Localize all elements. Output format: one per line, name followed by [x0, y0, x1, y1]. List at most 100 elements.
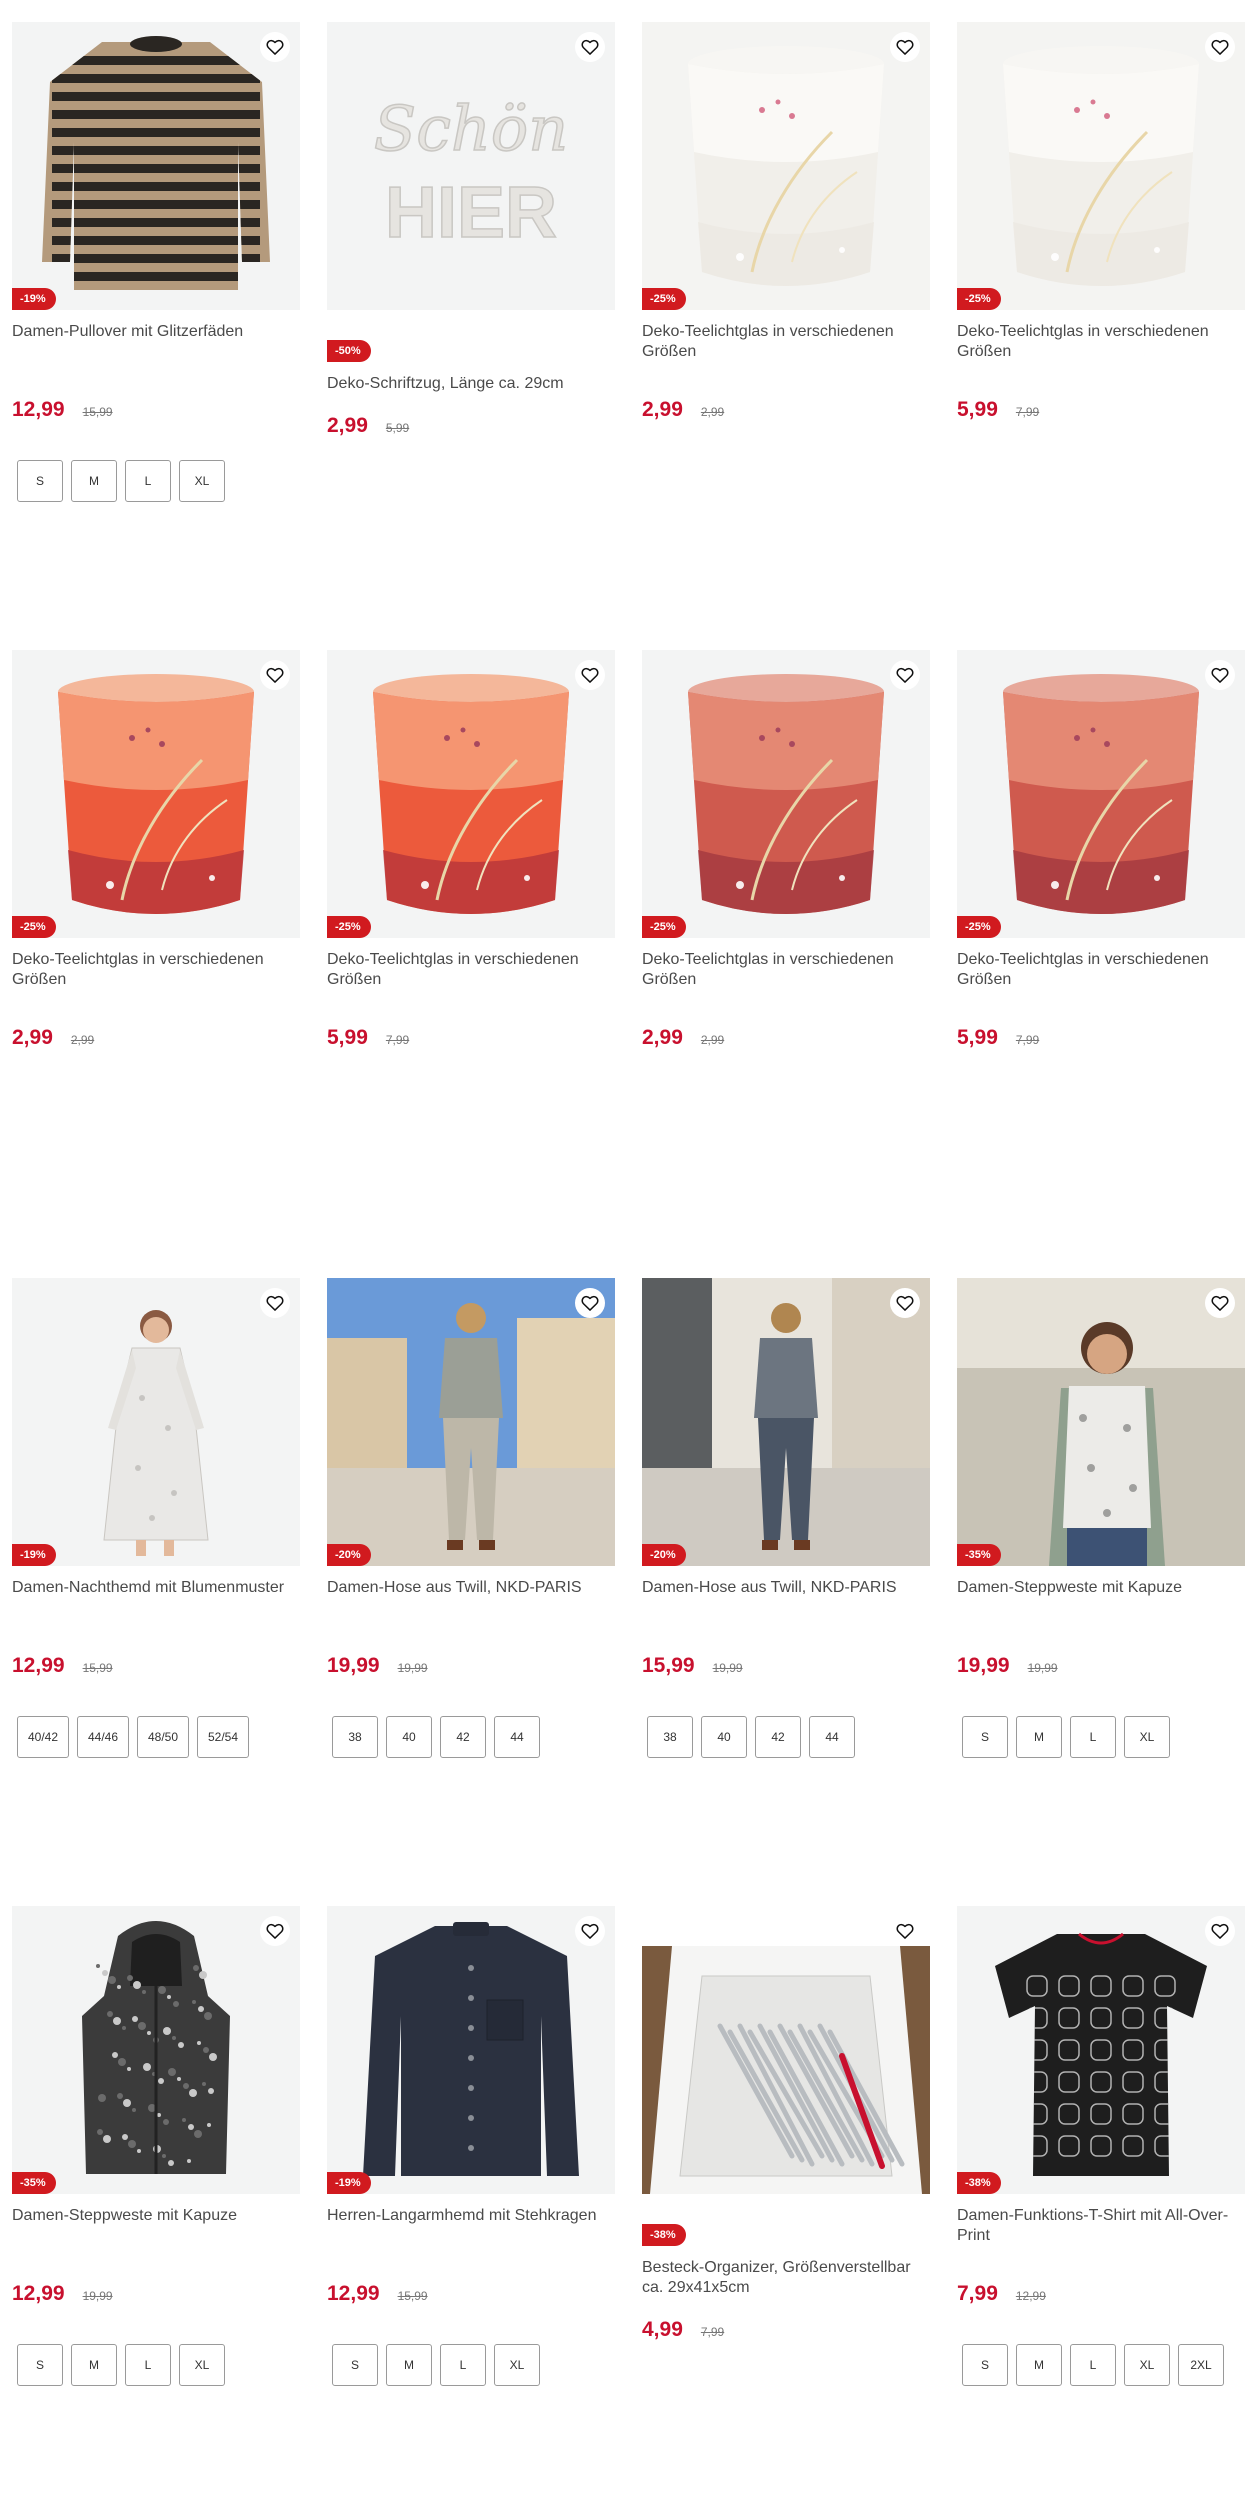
product-title[interactable]: Damen-Funktions-T-Shirt mit All-Over-Pri… — [957, 2206, 1245, 2246]
product-image[interactable]: -38% — [957, 1906, 1245, 2194]
size-option[interactable]: S — [17, 460, 63, 502]
wishlist-heart-icon[interactable] — [890, 1288, 920, 1318]
product-card[interactable]: -38% Besteck-Organizer, Größenverstellba… — [642, 1906, 930, 2342]
wishlist-heart-icon[interactable] — [890, 32, 920, 62]
product-image[interactable]: -25% — [957, 650, 1245, 938]
size-option[interactable]: XL — [1124, 2344, 1170, 2386]
size-option[interactable]: M — [1016, 1716, 1062, 1758]
size-option[interactable]: S — [17, 2344, 63, 2386]
size-option[interactable]: XL — [179, 2344, 225, 2386]
size-option[interactable]: 42 — [755, 1716, 801, 1758]
size-option[interactable]: XL — [1124, 1716, 1170, 1758]
size-option[interactable]: 38 — [332, 1716, 378, 1758]
product-image[interactable]: -19% — [327, 1906, 615, 2194]
size-option[interactable]: 52/54 — [197, 1716, 249, 1758]
size-option[interactable]: S — [962, 2344, 1008, 2386]
product-title[interactable]: Herren-Langarmhemd mit Stehkragen — [327, 2206, 615, 2246]
product-image[interactable]: -19% — [12, 22, 300, 310]
product-image[interactable]: -25% — [642, 650, 930, 938]
wishlist-heart-icon[interactable] — [575, 1916, 605, 1946]
product-card[interactable]: -35% Damen-Steppweste mit Kapuze 12,99 1… — [12, 1906, 300, 2386]
product-image[interactable]: -25% — [642, 22, 930, 310]
size-option[interactable]: 40 — [386, 1716, 432, 1758]
wishlist-heart-icon[interactable] — [260, 1288, 290, 1318]
size-option[interactable]: M — [71, 460, 117, 502]
original-price: 15,99 — [82, 405, 113, 419]
product-title[interactable]: Damen-Hose aus Twill, NKD-PARIS — [327, 1578, 615, 1618]
product-title[interactable]: Damen-Steppweste mit Kapuze — [957, 1578, 1245, 1618]
product-title[interactable]: Deko-Schriftzug, Länge ca. 29cm — [327, 374, 615, 394]
product-card[interactable]: -19% Herren-Langarmhemd mit Stehkragen 1… — [327, 1906, 615, 2386]
size-option[interactable]: L — [1070, 1716, 1116, 1758]
product-card[interactable]: -25% Deko-Teelichtglas in verschiedenen … — [12, 650, 300, 1050]
wishlist-heart-icon[interactable] — [575, 32, 605, 62]
size-option[interactable]: 40 — [701, 1716, 747, 1758]
product-title[interactable]: Deko-Teelichtglas in verschiedenen Größe… — [327, 950, 615, 990]
product-image[interactable]: -25% — [12, 650, 300, 938]
wishlist-heart-icon[interactable] — [890, 660, 920, 690]
size-option[interactable]: M — [71, 2344, 117, 2386]
product-image[interactable]: -20% — [327, 1278, 615, 1566]
wishlist-heart-icon[interactable] — [1205, 660, 1235, 690]
product-title[interactable]: Damen-Nachthemd mit Blumenmuster — [12, 1578, 300, 1618]
product-title[interactable]: Deko-Teelichtglas in verschiedenen Größe… — [642, 322, 930, 362]
product-image[interactable]: -20% — [642, 1278, 930, 1566]
size-option[interactable]: L — [125, 2344, 171, 2386]
product-card[interactable]: -20% Damen-Hose aus Twill, NKD-PARIS 19,… — [327, 1278, 615, 1758]
wishlist-heart-icon[interactable] — [575, 660, 605, 690]
product-card[interactable]: -25% Deko-Teelichtglas in verschiedenen … — [327, 650, 615, 1050]
product-card[interactable]: -19% Damen-Pullover mit Glitzerfäden 12,… — [12, 22, 300, 502]
product-card[interactable]: -38% Damen-Funktions-T-Shirt mit All-Ove… — [957, 1906, 1245, 2386]
size-option[interactable]: L — [1070, 2344, 1116, 2386]
wishlist-heart-icon[interactable] — [260, 32, 290, 62]
product-title[interactable]: Besteck-Organizer, Größenverstellbar ca.… — [642, 2258, 930, 2298]
product-card[interactable]: -20% Damen-Hose aus Twill, NKD-PARIS 15,… — [642, 1278, 930, 1758]
size-option[interactable]: 40/42 — [17, 1716, 69, 1758]
size-option[interactable]: M — [1016, 2344, 1062, 2386]
wishlist-heart-icon[interactable] — [1205, 1288, 1235, 1318]
product-title[interactable]: Deko-Teelichtglas in verschiedenen Größe… — [957, 950, 1245, 990]
product-image[interactable]: -19% — [12, 1278, 300, 1566]
wishlist-heart-icon[interactable] — [1205, 1916, 1235, 1946]
product-card[interactable]: -25% Deko-Teelichtglas in verschiedenen … — [957, 650, 1245, 1050]
product-image[interactable] — [642, 1906, 930, 2194]
current-price: 2,99 — [12, 1026, 53, 1049]
size-option[interactable]: M — [386, 2344, 432, 2386]
wishlist-heart-icon[interactable] — [575, 1288, 605, 1318]
product-title[interactable]: Damen-Steppweste mit Kapuze — [12, 2206, 300, 2246]
size-option[interactable]: 44/46 — [77, 1716, 129, 1758]
product-card[interactable]: Schön HIER -50% Deko-Schriftzug, Länge c… — [327, 22, 615, 438]
product-card[interactable]: -35% Damen-Steppweste mit Kapuze 19,99 1… — [957, 1278, 1245, 1758]
wishlist-heart-icon[interactable] — [260, 660, 290, 690]
size-option[interactable]: 42 — [440, 1716, 486, 1758]
product-title[interactable]: Damen-Pullover mit Glitzerfäden — [12, 322, 300, 362]
size-option[interactable]: S — [332, 2344, 378, 2386]
product-image[interactable]: -25% — [957, 22, 1245, 310]
size-option[interactable]: L — [125, 460, 171, 502]
product-card[interactable]: -25% Deko-Teelichtglas in verschiedenen … — [642, 650, 930, 1050]
product-card[interactable]: -25% Deko-Teelichtglas in verschiedenen … — [642, 22, 930, 422]
original-price: 7,99 — [700, 2325, 725, 2339]
size-option[interactable]: S — [962, 1716, 1008, 1758]
wishlist-heart-icon[interactable] — [260, 1916, 290, 1946]
size-option[interactable]: XL — [494, 2344, 540, 2386]
product-title[interactable]: Deko-Teelichtglas in verschiedenen Größe… — [12, 950, 300, 990]
product-image[interactable]: Schön HIER — [327, 22, 615, 310]
product-image[interactable]: -35% — [957, 1278, 1245, 1566]
product-card[interactable]: -19% Damen-Nachthemd mit Blumenmuster 12… — [12, 1278, 300, 1758]
product-image[interactable]: -25% — [327, 650, 615, 938]
size-option[interactable]: L — [440, 2344, 486, 2386]
product-title[interactable]: Damen-Hose aus Twill, NKD-PARIS — [642, 1578, 930, 1618]
product-title[interactable]: Deko-Teelichtglas in verschiedenen Größe… — [642, 950, 930, 990]
size-option[interactable]: 44 — [809, 1716, 855, 1758]
wishlist-heart-icon[interactable] — [1205, 32, 1235, 62]
size-option[interactable]: 44 — [494, 1716, 540, 1758]
product-title[interactable]: Deko-Teelichtglas in verschiedenen Größe… — [957, 322, 1245, 362]
product-card[interactable]: -25% Deko-Teelichtglas in verschiedenen … — [957, 22, 1245, 422]
size-option[interactable]: 48/50 — [137, 1716, 189, 1758]
size-option[interactable]: 2XL — [1178, 2344, 1224, 2386]
product-image[interactable]: -35% — [12, 1906, 300, 2194]
size-option[interactable]: XL — [179, 460, 225, 502]
size-option[interactable]: 38 — [647, 1716, 693, 1758]
wishlist-heart-icon[interactable] — [890, 1916, 920, 1946]
